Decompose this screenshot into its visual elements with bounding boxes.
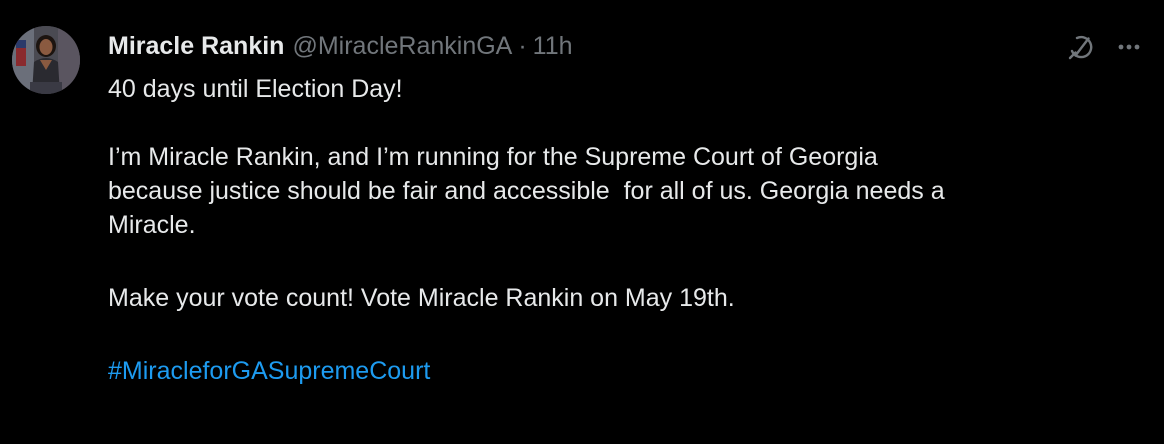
- tweet[interactable]: Miracle Rankin @MiracleRankinGA · 11h 40…: [0, 0, 1164, 444]
- timestamp[interactable]: 11h: [533, 32, 573, 61]
- tweet-text: 40 days until Election Day! I’m Miracle …: [108, 72, 1148, 388]
- avatar-photo: [12, 26, 80, 94]
- separator-dot: ·: [518, 31, 527, 60]
- grok-icon: [1068, 35, 1093, 60]
- avatar[interactable]: [12, 26, 80, 94]
- tweet-line-2: I’m Miracle Rankin, and I’m running for …: [108, 143, 878, 171]
- tweet-line-3: because justice should be fair and acces…: [108, 177, 945, 205]
- grok-button[interactable]: [1064, 30, 1098, 64]
- tweet-line-1: 40 days until Election Day!: [108, 75, 403, 103]
- more-options-button[interactable]: [1112, 30, 1146, 64]
- display-name[interactable]: Miracle Rankin: [108, 32, 284, 61]
- hashtag-link[interactable]: #MiracleforGASupremeCourt: [108, 357, 430, 385]
- tweet-line-5: Make your vote count! Vote Miracle Ranki…: [108, 284, 735, 312]
- tweet-header: Miracle Rankin @MiracleRankinGA · 11h: [108, 29, 573, 63]
- user-handle[interactable]: @MiracleRankinGA: [292, 32, 512, 61]
- more-icon: [1118, 44, 1140, 50]
- tweet-line-4: Miracle.: [108, 211, 196, 239]
